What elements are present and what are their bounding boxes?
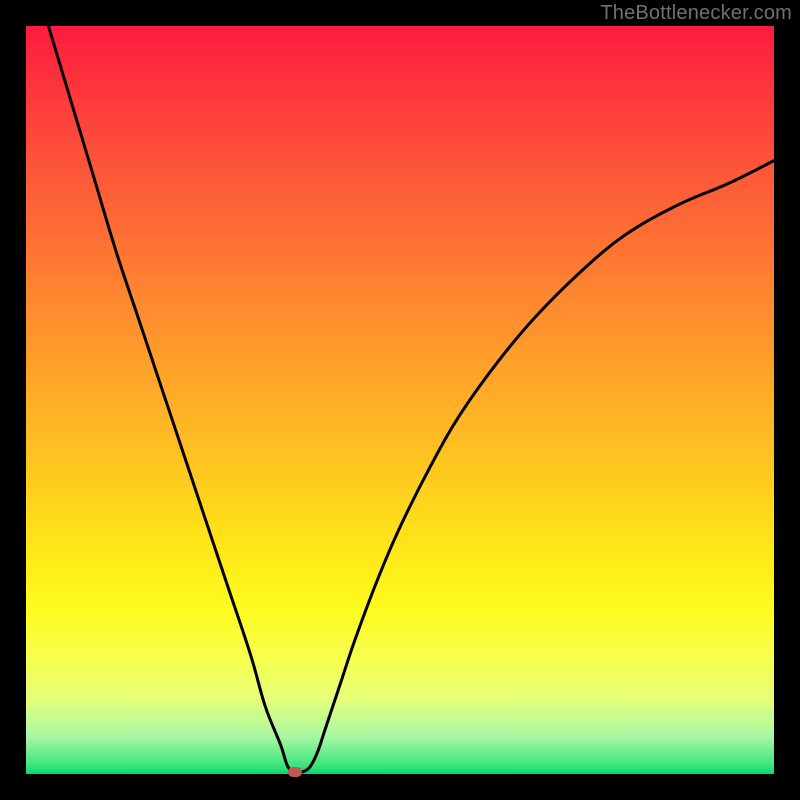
plot-area	[26, 26, 774, 774]
optimum-marker	[288, 767, 302, 777]
chart-frame: TheBottlenecker.com	[0, 0, 800, 800]
bottleneck-curve	[26, 26, 774, 774]
watermark-text: TheBottlenecker.com	[600, 2, 792, 25]
